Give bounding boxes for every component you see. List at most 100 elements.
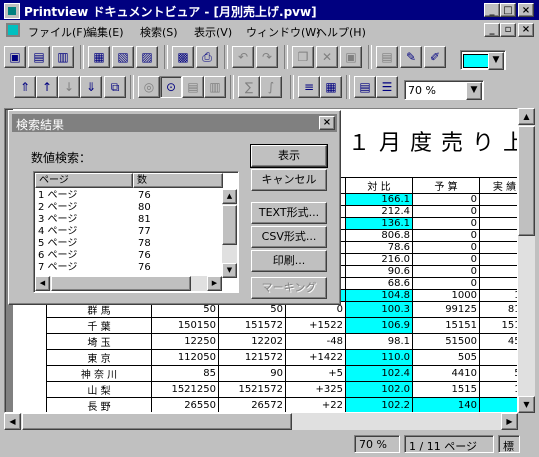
table-cell: -48 xyxy=(285,333,346,350)
close-button[interactable]: × xyxy=(518,3,534,17)
sum-icon[interactable]: ∑ xyxy=(238,76,260,98)
list-item[interactable]: 7 ページ 76 xyxy=(36,262,226,273)
list-vertical-scrollbar[interactable]: ▲ ▼ xyxy=(222,189,237,278)
note-icon[interactable]: ▤ xyxy=(376,46,398,68)
list-horizontal-scrollbar[interactable]: ◀ ▶ xyxy=(35,276,222,291)
scroll-down-icon[interactable]: ▼ xyxy=(222,263,237,278)
column-header-count[interactable]: 数 xyxy=(133,173,223,188)
table-cell: 136.1 xyxy=(345,217,413,230)
scroll-up-icon[interactable]: ▲ xyxy=(518,108,535,125)
list-item[interactable]: 4 ページ 77 xyxy=(36,226,226,237)
scroll-up-icon[interactable]: ▲ xyxy=(222,189,237,204)
menu-view[interactable]: 表示(V) xyxy=(194,24,232,40)
table-cell: 106.9 xyxy=(345,317,413,334)
cut-icon[interactable]: ✕ xyxy=(316,46,338,68)
menu-window[interactable]: ウィンドウ(W) xyxy=(246,24,320,40)
find-number-icon[interactable]: ⊙ xyxy=(160,76,182,98)
csv-export-button[interactable]: CSV形式... xyxy=(251,226,327,248)
app-icon[interactable] xyxy=(4,3,20,19)
pen-icon[interactable]: ✎ xyxy=(400,46,422,68)
table-cell: 150150 xyxy=(151,317,219,334)
list-item[interactable]: 6 ページ 76 xyxy=(36,250,226,261)
memo-icon[interactable]: ▤ xyxy=(354,76,376,98)
highlighter-icon[interactable]: ✐ xyxy=(424,46,446,68)
scroll-left-icon[interactable]: ◀ xyxy=(4,413,21,430)
menu-help[interactable]: ヘルプ(H) xyxy=(316,24,366,40)
vertical-scrollbar[interactable]: ▲ ▼ xyxy=(518,108,535,413)
next-page-icon[interactable]: ↓ xyxy=(58,76,80,98)
list-icon[interactable]: ☰ xyxy=(376,76,398,98)
color-select[interactable]: ▼ xyxy=(460,50,506,70)
goto-page-icon[interactable]: ⧉ xyxy=(104,76,126,98)
find-prev-icon[interactable]: ▥ xyxy=(204,76,226,98)
table-cell: 12250 xyxy=(151,333,219,350)
menu-file[interactable]: ファイル(F) xyxy=(28,24,87,40)
scroll-right-icon[interactable]: ▶ xyxy=(501,413,518,430)
window-icon[interactable]: ▦ xyxy=(88,46,110,68)
chevron-down-icon[interactable]: ▼ xyxy=(466,82,482,100)
last-page-icon[interactable]: ⇓ xyxy=(80,76,102,98)
prev-page-icon[interactable]: ↑ xyxy=(36,76,58,98)
color-swatch xyxy=(463,54,491,68)
preview-icon[interactable]: ▨ xyxy=(136,46,158,68)
list-item[interactable]: 5 ページ 78 xyxy=(36,238,226,249)
list-item[interactable]: 3 ページ 81 xyxy=(36,214,226,225)
doc-close-button[interactable]: × xyxy=(518,23,534,37)
dialog-close-button[interactable]: × xyxy=(319,116,335,130)
table-cell: 0 xyxy=(412,193,480,206)
copy-icon[interactable]: ❐ xyxy=(292,46,314,68)
table-cell: 815 xyxy=(479,301,517,318)
scroll-left-icon[interactable]: ◀ xyxy=(35,276,50,291)
table-cell: +5 xyxy=(285,365,346,382)
menu-edit[interactable]: 編集(E) xyxy=(86,24,124,40)
chevron-down-icon[interactable]: ▼ xyxy=(488,52,504,70)
list-item[interactable]: 2 ページ 80 xyxy=(36,202,226,213)
open-icon[interactable]: ▣ xyxy=(4,46,26,68)
save-icon[interactable]: ▤ xyxy=(28,46,50,68)
document-icon[interactable] xyxy=(6,23,20,37)
minimize-button[interactable]: _ xyxy=(484,3,500,17)
table-cell: 1515 xyxy=(412,381,480,398)
colors-icon[interactable]: ▦ xyxy=(320,76,342,98)
text-export-button[interactable]: TEXT形式... xyxy=(251,202,327,224)
horizontal-scrollbar[interactable]: ◀ ▶ xyxy=(4,413,518,430)
list-item[interactable]: 1 ページ 76 xyxy=(36,190,226,201)
print-icon[interactable]: ⎙ xyxy=(196,46,218,68)
print-button[interactable]: 印刷... xyxy=(251,250,327,272)
results-listview[interactable]: ページ 数 1 ページ 76 2 ページ 80 3 ページ 81 4 ページ 77 5 ページ 7… xyxy=(33,171,239,293)
layout-icon[interactable]: ▧ xyxy=(112,46,134,68)
redo-icon[interactable]: ↷ xyxy=(256,46,278,68)
table-cell xyxy=(479,241,517,254)
table-cell: 0 xyxy=(412,241,480,254)
window-title: Printview ドキュメントビュア - [月別売上げ.pvw] xyxy=(24,5,317,19)
find-next-icon[interactable]: ▤ xyxy=(182,76,204,98)
menu-search[interactable]: 検索(S) xyxy=(140,24,178,40)
dialog-title-bar[interactable]: 検索結果 × xyxy=(12,114,337,132)
table-cell: 806.8 xyxy=(345,229,413,242)
calc-icon[interactable]: ∫ xyxy=(260,76,282,98)
save-all-icon[interactable]: ▥ xyxy=(52,46,74,68)
marking-button[interactable]: マーキング xyxy=(251,277,327,299)
scroll-right-icon[interactable]: ▶ xyxy=(207,276,222,291)
cancel-button[interactable]: キャンセル xyxy=(251,169,327,191)
undo-icon[interactable]: ↶ xyxy=(232,46,254,68)
list-hscroll-thumb[interactable] xyxy=(51,276,191,291)
table-cell: +1522 xyxy=(285,317,346,334)
lines-icon[interactable]: ≡ xyxy=(298,76,320,98)
find-icon[interactable]: ◎ xyxy=(138,76,160,98)
first-page-icon[interactable]: ⇑ xyxy=(14,76,36,98)
paste-icon[interactable]: ▣ xyxy=(340,46,362,68)
hscroll-thumb[interactable] xyxy=(22,413,292,430)
zoom-select[interactable]: 70 % ▼ xyxy=(404,80,484,100)
page-setup-icon[interactable]: ▩ xyxy=(172,46,194,68)
doc-minimize-button[interactable]: _ xyxy=(484,23,500,37)
doc-restore-button[interactable]: ▫ xyxy=(500,23,516,37)
column-header-page[interactable]: ページ xyxy=(35,173,133,188)
table-cell: 85 xyxy=(151,365,219,382)
table-cell: 1 xyxy=(479,397,517,412)
maximize-button[interactable]: □ xyxy=(500,3,516,17)
show-button[interactable]: 表示 xyxy=(250,144,328,168)
scroll-down-icon[interactable]: ▼ xyxy=(518,396,535,413)
scroll-thumb[interactable] xyxy=(518,126,535,236)
list-scroll-thumb[interactable] xyxy=(222,205,237,245)
